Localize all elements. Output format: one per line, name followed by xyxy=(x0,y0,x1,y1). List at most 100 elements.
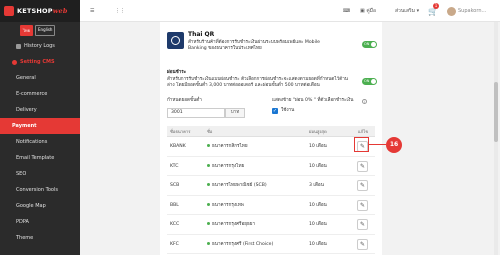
table-row: SCB ธนาคารไทยพาณิชย์ (SCB) 3 เดือน ✎ xyxy=(167,176,375,196)
table-header: ชื่อธนาคาร ชื่อ ผ่อนสูงสุด แก้ไข xyxy=(167,126,375,137)
grid-icon[interactable]: ⋮⋮ xyxy=(115,0,125,22)
edit-button[interactable]: ✎ xyxy=(357,238,368,250)
edit-button[interactable]: ✎ xyxy=(357,219,368,230)
sidebar-item-conversion-tools[interactable]: Conversion Tools xyxy=(0,182,80,198)
pencil-icon: ✎ xyxy=(359,182,366,189)
status-dot-icon xyxy=(207,163,210,167)
guide-link[interactable]: ▣ คู่มือ xyxy=(360,0,376,22)
sidebar-item-label: Theme xyxy=(16,235,34,241)
sidebar-item-general[interactable]: General xyxy=(0,70,80,86)
status-dot-icon xyxy=(207,202,210,206)
max-months: 10 เดือน xyxy=(309,144,327,149)
installment-title: ผ่อนชำระ xyxy=(167,70,187,75)
col-bank-code: ชื่อธนาคาร xyxy=(170,129,191,134)
status-dot-icon xyxy=(207,222,210,225)
cart-logo-icon xyxy=(4,6,14,16)
max-months: 10 เดือน xyxy=(309,202,327,208)
col-max-installment: ผ่อนสูงสุด xyxy=(309,129,327,134)
sidebar: KETSHOPweb ไทย English History Logs Setti… xyxy=(0,0,80,255)
table-row: BBL ธนาคารกรุงเทพ 10 เดือน ✎ xyxy=(167,196,375,215)
sidebar-item-google-map[interactable]: Google Map xyxy=(0,198,80,214)
brand-logo[interactable]: KETSHOPweb xyxy=(0,0,80,22)
hamburger-icon[interactable]: ☰ xyxy=(90,0,94,22)
installment-bank-table: ชื่อธนาคาร ชื่อ ผ่อนสูงสุด แก้ไข KBANK ธน… xyxy=(167,126,375,254)
user-menu[interactable]: Supakorn... xyxy=(447,0,486,22)
sidebar-item-payment[interactable]: Payment xyxy=(0,118,80,134)
edit-button[interactable]: ✎ xyxy=(357,180,368,191)
max-months: 10 เดือน xyxy=(309,241,327,247)
installment-description: สำหรับการรับชำระเงินแบบผ่อนชำระ ตัวเลือก… xyxy=(167,77,348,88)
pencil-icon: ✎ xyxy=(359,201,366,209)
cart-count-badge: 1 xyxy=(433,3,439,9)
bank-code: KTC xyxy=(170,163,179,169)
scrollbar-thumb[interactable] xyxy=(494,82,498,142)
installment-toggle[interactable]: ON xyxy=(362,78,377,85)
status-dot-icon xyxy=(207,144,210,147)
table-row: KBANK ธนาคารกสิกรไทย 10 เดือน ✎ xyxy=(167,137,375,157)
bank-code: SCB xyxy=(170,183,180,188)
interest-free-checkbox[interactable]: ✓ xyxy=(272,108,278,114)
interest-free-checkbox-label: ใช้งาน xyxy=(281,108,295,113)
avatar xyxy=(447,6,456,16)
lang-thai-button[interactable]: ไทย xyxy=(20,25,33,36)
pencil-icon: ✎ xyxy=(359,240,366,248)
min-amount-input[interactable]: 3001 xyxy=(167,108,225,118)
max-months: 10 เดือน xyxy=(309,163,327,169)
sidebar-item-history-logs[interactable]: History Logs xyxy=(0,38,80,54)
thai-qr-icon xyxy=(167,32,184,49)
thai-qr-description: สำหรับร้านค้าที่ต้องการรับชำระเงินผ่านระ… xyxy=(188,40,320,51)
status-dot-icon xyxy=(207,183,210,186)
payment-settings-card: Thai QR สำหรับร้านค้าที่ต้องการรับชำระเง… xyxy=(160,22,382,255)
max-months: 3 เดือน xyxy=(309,183,324,188)
sidebar-item-pdpa[interactable]: PDPA xyxy=(0,214,80,230)
sidebar-item-label: Payment xyxy=(12,123,37,129)
language-switch: ไทย English xyxy=(0,22,80,38)
status-dot-icon xyxy=(207,241,210,245)
min-amount-label: กำหนดยอดขั้นต่ำ xyxy=(167,98,202,103)
sidebar-item-label: Email Template xyxy=(16,155,55,161)
table-row: KCC ธนาคารกรุงศรีอยุธยา 10 เดือน ✎ xyxy=(167,215,375,235)
max-months: 10 เดือน xyxy=(309,222,327,227)
col-bank-name: ชื่อ xyxy=(207,129,213,134)
col-edit: แก้ไข xyxy=(358,129,369,134)
callout-line xyxy=(369,144,386,146)
keyboard-icon[interactable]: ⌨ xyxy=(343,0,350,22)
sidebar-item-label: Setting CMS xyxy=(20,59,55,65)
sidebar-item-notifications[interactable]: Notifications xyxy=(0,134,80,150)
bank-code: KBANK xyxy=(170,144,186,149)
table-row: KTC ธนาคารกรุงไทย 10 เดือน ✎ xyxy=(167,157,375,176)
page-scrollbar[interactable] xyxy=(494,22,498,255)
edit-button[interactable]: ✎ xyxy=(357,199,368,211)
sidebar-item-label: E-commerce xyxy=(16,91,48,97)
sidebar-item-label: General xyxy=(16,75,36,81)
table-row: KFC ธนาคารกรุงศรี (First Choice) 10 เดือน ✎ xyxy=(167,235,375,254)
thai-qr-toggle[interactable]: ON xyxy=(362,41,377,48)
pencil-icon: ✎ xyxy=(359,162,366,170)
edit-button[interactable]: ✎ xyxy=(357,160,368,172)
step-callout-badge: 16 xyxy=(386,137,402,153)
sidebar-item-label: History Logs xyxy=(24,43,55,49)
sidebar-item-email-template[interactable]: Email Template xyxy=(0,150,80,166)
edit-button-highlight xyxy=(354,137,369,152)
settings-icon xyxy=(12,59,17,65)
addon-menu[interactable]: ส่วนเสริม ▾ xyxy=(395,0,419,22)
sidebar-item-label: PDPA xyxy=(16,219,29,225)
interest-free-label: แสดงข้าย "ผ่อน 0% " ที่ตัวเลือกชำระเงิน xyxy=(272,98,354,103)
sidebar-item-seo[interactable]: SEO xyxy=(0,166,80,182)
sidebar-item-e-commerce[interactable]: E-commerce xyxy=(0,86,80,102)
sidebar-item-delivery[interactable]: Delivery xyxy=(0,102,80,118)
sidebar-item-label: SEO xyxy=(16,171,27,177)
sidebar-item-setting-cms[interactable]: Setting CMS xyxy=(0,54,80,70)
sidebar-item-theme[interactable]: Theme xyxy=(0,230,80,246)
min-amount-unit: บาท xyxy=(225,108,245,118)
bank-name: ธนาคารกรุงศรี (First Choice) xyxy=(207,235,273,254)
bank-name: ธนาคารกรุงเทพ xyxy=(207,196,244,215)
bank-name: ธนาคารไทยพาณิชย์ (SCB) xyxy=(207,176,267,195)
thai-qr-title: Thai QR xyxy=(188,31,215,38)
sidebar-item-label: Conversion Tools xyxy=(16,187,58,193)
pencil-icon: ✎ xyxy=(359,221,366,228)
book-icon: ▣ xyxy=(360,8,365,14)
sidebar-item-label: Google Map xyxy=(16,203,46,209)
lang-english-button[interactable]: English xyxy=(35,25,56,36)
info-icon[interactable]: i xyxy=(362,99,367,104)
